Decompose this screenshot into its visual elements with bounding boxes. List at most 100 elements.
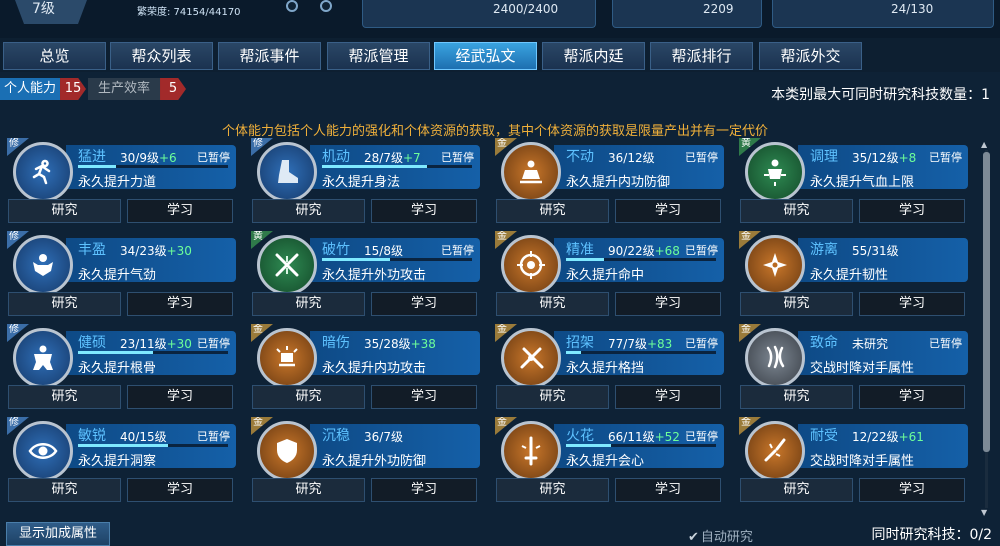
paused-label: 已暂停 <box>685 244 718 257</box>
research-button[interactable]: 研究 <box>252 385 365 409</box>
skill-info-panel[interactable]: 沉稳 36/7级 永久提升外功防御 <box>310 424 480 469</box>
shuriken-icon[interactable] <box>745 235 805 295</box>
scroll-up-icon[interactable]: ▲ <box>981 140 987 149</box>
category-count: 5 <box>160 78 187 100</box>
tab-1[interactable]: 帮众列表 <box>110 42 213 70</box>
skill-card: 破竹 15/8级 已暂停 永久提升外功攻击黄研究 学习 <box>250 231 486 323</box>
learn-button[interactable]: 学习 <box>371 385 477 409</box>
research-button[interactable]: 研究 <box>740 199 853 223</box>
stat-circle-icon[interactable] <box>286 0 298 12</box>
guild-header: 7级 繁荣度: 74154/44170 2400/2400 2209 24/13… <box>0 0 1000 38</box>
learn-button[interactable]: 学习 <box>127 292 233 316</box>
skill-name: 耐受 <box>810 428 838 444</box>
tab-0[interactable]: 总览 <box>3 42 106 70</box>
learn-button[interactable]: 学习 <box>615 478 721 502</box>
skill-bonus: +30 <box>166 337 192 351</box>
skill-info-panel[interactable]: 暗伤 35/28级+38 永久提升内功攻击 <box>310 331 480 376</box>
research-button[interactable]: 研究 <box>740 292 853 316</box>
learn-button[interactable]: 学习 <box>859 292 965 316</box>
learn-button[interactable]: 学习 <box>859 478 965 502</box>
research-button[interactable]: 研究 <box>740 385 853 409</box>
claw-icon[interactable] <box>745 328 805 388</box>
skill-effect: 交战时降对手属性 <box>810 454 915 469</box>
skill-info-panel[interactable]: 丰盈 34/23级+30 永久提升气劲 <box>66 238 236 283</box>
skill-level: 36/12级 <box>608 149 655 166</box>
category-production[interactable]: 生产效率 5 <box>88 78 187 100</box>
research-button[interactable]: 研究 <box>496 478 609 502</box>
eye-icon[interactable] <box>13 421 73 481</box>
tab-6[interactable]: 帮派排行 <box>650 42 753 70</box>
skill-info-panel[interactable]: 招架 77/7级+83 已暂停 永久提升格挡 <box>554 331 724 376</box>
tab-4[interactable]: 经武弘文 <box>434 42 537 70</box>
skill-info-panel[interactable]: 机动 28/7级+7 已暂停 永久提升身法 <box>310 145 480 190</box>
skill-level: 30/9级+6 <box>120 149 177 166</box>
auto-research-toggle[interactable]: ✔ 自动研究 <box>688 526 753 545</box>
learn-button[interactable]: 学习 <box>371 199 477 223</box>
research-button[interactable]: 研究 <box>496 385 609 409</box>
progress-bar <box>566 258 716 261</box>
skill-card: 健硕 23/11级+30 已暂停 永久提升根骨修研究 学习 <box>6 324 242 416</box>
learn-button[interactable]: 学习 <box>859 199 965 223</box>
skill-info-panel[interactable]: 耐受 12/22级+61 交战时降对手属性 <box>798 424 968 469</box>
learn-button[interactable]: 学习 <box>371 478 477 502</box>
learn-button[interactable]: 学习 <box>615 292 721 316</box>
category-personal[interactable]: 个人能力 15 <box>0 78 87 100</box>
learn-button[interactable]: 学习 <box>859 385 965 409</box>
stat-circle-icon[interactable] <box>320 0 332 12</box>
learn-button[interactable]: 学习 <box>371 292 477 316</box>
skill-info-panel[interactable]: 敏锐 40/15级 已暂停 永久提升洞察 <box>66 424 236 469</box>
skill-level-value: 36/12级 <box>608 151 655 165</box>
muscle-figure-icon[interactable] <box>13 235 73 295</box>
crossed-swords-icon[interactable] <box>257 235 317 295</box>
skill-info-panel[interactable]: 不动 36/12级 已暂停 永久提升内功防御 <box>554 145 724 190</box>
learn-button[interactable]: 学习 <box>127 478 233 502</box>
research-button[interactable]: 研究 <box>496 199 609 223</box>
skill-effect: 永久提升会心 <box>566 454 645 469</box>
research-button[interactable]: 研究 <box>252 292 365 316</box>
fist-aura-icon[interactable] <box>257 328 317 388</box>
sword-burst-icon[interactable] <box>501 421 561 481</box>
show-attributes-button[interactable]: 显示加成属性 <box>6 522 110 546</box>
parry-icon[interactable] <box>501 328 561 388</box>
meditating-figure-icon[interactable] <box>501 142 561 202</box>
learn-button[interactable]: 学习 <box>615 385 721 409</box>
learn-button[interactable]: 学习 <box>615 199 721 223</box>
research-button[interactable]: 研究 <box>740 478 853 502</box>
skill-info-panel[interactable]: 游离 55/31级 永久提升韧性 <box>798 238 968 283</box>
research-button[interactable]: 研究 <box>252 478 365 502</box>
research-button[interactable]: 研究 <box>8 199 121 223</box>
learn-button[interactable]: 学习 <box>127 385 233 409</box>
skill-name: 健硕 <box>78 335 106 351</box>
tab-3[interactable]: 帮派管理 <box>327 42 430 70</box>
skill-info-panel[interactable]: 破竹 15/8级 已暂停 永久提升外功攻击 <box>310 238 480 283</box>
research-button[interactable]: 研究 <box>252 199 365 223</box>
tab-7[interactable]: 帮派外交 <box>759 42 862 70</box>
torso-icon[interactable] <box>13 328 73 388</box>
progress-fill <box>78 351 153 354</box>
scrollbar[interactable]: ▲ ▼ <box>981 140 991 518</box>
skill-name: 丰盈 <box>78 242 106 258</box>
skill-info-panel[interactable]: 健硕 23/11级+30 已暂停 永久提升根骨 <box>66 331 236 376</box>
skill-info-panel[interactable]: 致命 未研究 已暂停 交战时降对手属性 <box>798 331 968 376</box>
boot-icon[interactable] <box>257 142 317 202</box>
research-button[interactable]: 研究 <box>8 292 121 316</box>
target-icon[interactable] <box>501 235 561 295</box>
skill-info-panel[interactable]: 调理 35/12级+8 已暂停 永久提升气血上限 <box>798 145 968 190</box>
skill-name: 精准 <box>566 242 594 258</box>
progress-fill <box>78 444 168 447</box>
running-figure-icon[interactable] <box>13 142 73 202</box>
healing-figure-icon[interactable] <box>745 142 805 202</box>
broken-blade-icon[interactable] <box>745 421 805 481</box>
skill-info-panel[interactable]: 火花 66/11级+52 已暂停 永久提升会心 <box>554 424 724 469</box>
learn-button[interactable]: 学习 <box>127 199 233 223</box>
skill-info-panel[interactable]: 猛进 30/9级+6 已暂停 永久提升力道 <box>66 145 236 190</box>
scroll-down-icon[interactable]: ▼ <box>981 508 987 517</box>
research-button[interactable]: 研究 <box>8 385 121 409</box>
skill-info-panel[interactable]: 精准 90/22级+68 已暂停 永久提升命中 <box>554 238 724 283</box>
shield-icon[interactable] <box>257 421 317 481</box>
research-button[interactable]: 研究 <box>8 478 121 502</box>
tab-2[interactable]: 帮派事件 <box>218 42 321 70</box>
tab-5[interactable]: 帮派内廷 <box>542 42 645 70</box>
research-button[interactable]: 研究 <box>496 292 609 316</box>
scroll-thumb[interactable] <box>983 152 990 452</box>
